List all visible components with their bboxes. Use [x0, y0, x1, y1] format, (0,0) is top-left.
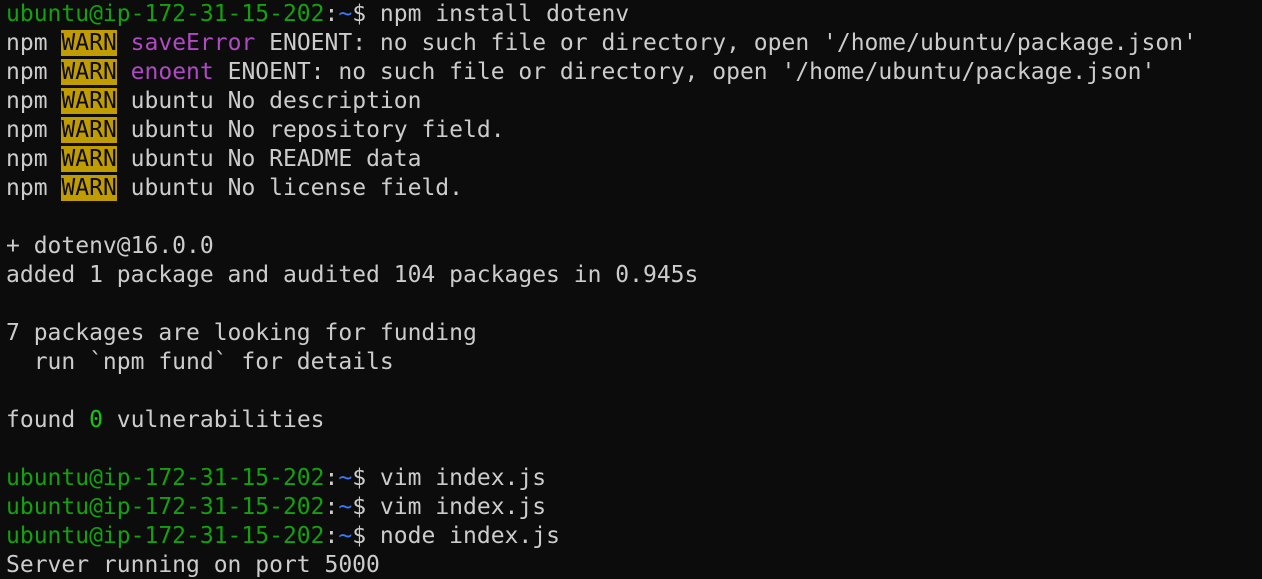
terminal-line-added-summary: added 1 package and audited 104 packages… — [6, 262, 699, 288]
command-text: node index.js — [366, 523, 560, 549]
terminal-line-prompt: ubuntu@ip-172-31-15-202:~$ vim index.js — [6, 493, 1262, 522]
warn-message: ENOENT: no such file or directory, open … — [255, 30, 1197, 56]
terminal-line-prompt: ubuntu@ip-172-31-15-202:~$ node index.js — [6, 522, 1262, 551]
terminal-line-warn: npm WARN ubuntu No license field. — [6, 174, 1262, 203]
terminal-line-warn: npm WARN saveError ENOENT: no such file … — [6, 29, 1262, 58]
prompt-separator: : — [324, 494, 339, 520]
prompt-path: ~ — [338, 523, 353, 549]
prompt-symbol: $ — [352, 494, 367, 520]
command-text: vim index.js — [366, 465, 547, 491]
warn-badge: WARN — [61, 88, 117, 114]
command-text: npm install dotenv — [366, 1, 630, 27]
command-text: vim index.js — [366, 494, 547, 520]
terminal-line-vulnerabilities: found 0 vulnerabilities — [6, 406, 1262, 435]
warn-badge: WARN — [61, 175, 117, 201]
warn-badge: WARN — [61, 146, 117, 172]
warn-message: ENOENT: no such file or directory, open … — [213, 59, 1156, 85]
npm-label: npm — [6, 117, 48, 143]
npm-label: npm — [6, 146, 48, 172]
terminal-line-warn: npm WARN enoent ENOENT: no such file or … — [6, 58, 1262, 87]
prompt-symbol: $ — [352, 523, 367, 549]
prompt-host: ubuntu@ip-172-31-15-202 — [6, 1, 325, 27]
prompt-separator: : — [324, 1, 339, 27]
warn-tag: ubuntu — [130, 175, 214, 201]
prompt-path: ~ — [338, 494, 353, 520]
terminal-line-prompt: ubuntu@ip-172-31-15-202:~$ npm install d… — [6, 0, 1262, 29]
terminal-line-warn: npm WARN ubuntu No description — [6, 87, 1262, 116]
warn-tag: ubuntu — [130, 146, 214, 172]
vulnerability-count: 0 — [89, 407, 103, 433]
warn-badge: WARN — [61, 117, 117, 143]
warn-badge: WARN — [61, 30, 117, 56]
terminal-line-added-package: + dotenv@16.0.0 — [6, 233, 214, 259]
npm-label: npm — [6, 59, 48, 85]
prompt-symbol: $ — [352, 465, 367, 491]
warn-badge: WARN — [61, 59, 117, 85]
prompt-path: ~ — [338, 1, 353, 27]
npm-label: npm — [6, 175, 48, 201]
warn-message: No README data — [213, 146, 422, 172]
terminal-line-warn: npm WARN ubuntu No repository field. — [6, 116, 1262, 145]
prompt-separator: : — [324, 523, 339, 549]
found-prefix: found — [6, 407, 90, 433]
prompt-host: ubuntu@ip-172-31-15-202 — [6, 523, 325, 549]
prompt-symbol: $ — [352, 1, 367, 27]
npm-label: npm — [6, 88, 48, 114]
warn-tag: saveError — [130, 30, 256, 56]
terminal-line-warn: npm WARN ubuntu No README data — [6, 145, 1262, 174]
found-suffix: vulnerabilities — [102, 407, 325, 433]
warn-tag: ubuntu — [130, 117, 214, 143]
npm-label: npm — [6, 30, 48, 56]
terminal-line-prompt: ubuntu@ip-172-31-15-202:~$ vim index.js — [6, 464, 1262, 493]
terminal-line-funding: 7 packages are looking for funding — [6, 320, 477, 346]
prompt-path: ~ — [338, 465, 353, 491]
terminal-line-funding-hint: run `npm fund` for details — [6, 349, 394, 375]
warn-tag: ubuntu — [130, 88, 214, 114]
terminal-window[interactable]: ubuntu@ip-172-31-15-202:~$ npm install d… — [0, 0, 1262, 579]
prompt-host: ubuntu@ip-172-31-15-202 — [6, 465, 325, 491]
prompt-host: ubuntu@ip-172-31-15-202 — [6, 494, 325, 520]
warn-message: No repository field. — [213, 117, 505, 143]
warn-message: No license field. — [213, 175, 463, 201]
warn-message: No description — [213, 88, 422, 114]
warn-tag: enoent — [130, 59, 214, 85]
prompt-separator: : — [324, 465, 339, 491]
terminal-line-server-output: Server running on port 5000 — [6, 552, 380, 578]
